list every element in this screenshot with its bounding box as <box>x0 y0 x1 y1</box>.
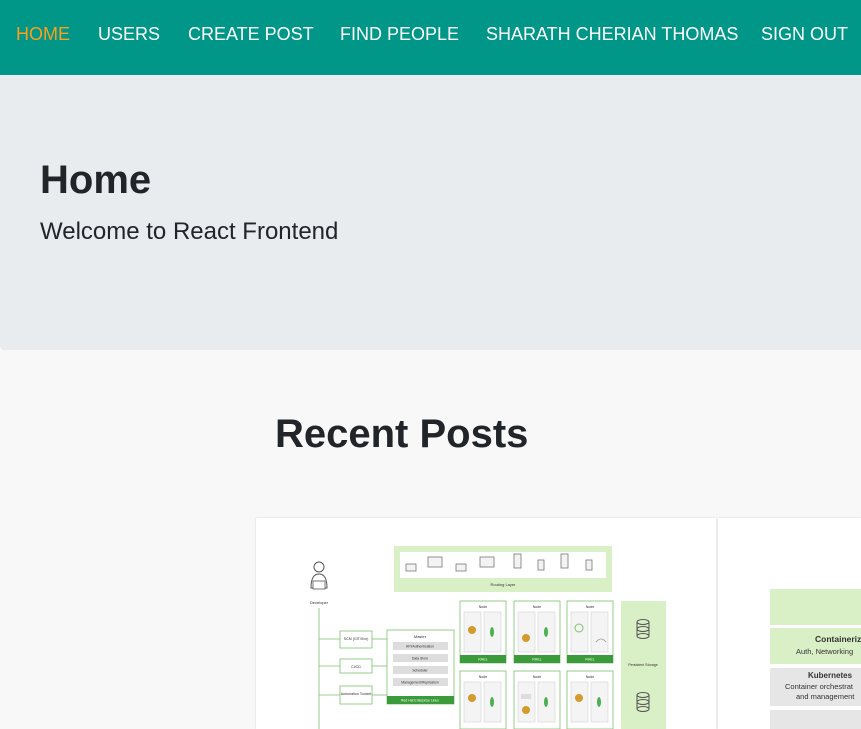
jumbotron <box>0 75 861 350</box>
master-label: Master <box>414 634 427 639</box>
post-card[interactable]: Containeriz Auth, Networking Kubernetes … <box>718 518 861 729</box>
node-box <box>459 670 507 729</box>
node-os-label: RHEL <box>478 658 488 662</box>
master-item-label: Data Store <box>412 657 428 661</box>
node-box <box>459 600 507 664</box>
routing-layer-label: Routing Layer <box>491 582 517 587</box>
master-item-label: Scheduler <box>412 669 428 673</box>
node-box <box>513 600 561 664</box>
node-os-label: RHEL <box>532 658 542 662</box>
node-label: Node <box>479 675 488 679</box>
node-label: Node <box>586 605 595 609</box>
node-label: Node <box>586 675 595 679</box>
page-title: Home <box>40 158 152 202</box>
post-image: Routing Layer Developer SCM (GIT/Svn) CI… <box>310 546 666 729</box>
nav-home-link[interactable]: HOME <box>16 23 70 45</box>
post-card[interactable]: Routing Layer Developer SCM (GIT/Svn) CI… <box>256 518 716 729</box>
nav-sign-out-link[interactable]: SIGN OUT <box>761 23 848 45</box>
developer-label: Developer <box>310 600 329 605</box>
cicd-label: CI/CD <box>351 665 361 669</box>
nav-create-post-link[interactable]: CREATE POST <box>188 23 314 45</box>
kubernetes-sub: and management <box>796 692 855 701</box>
node-label: Node <box>533 605 542 609</box>
top-layer-box <box>770 589 861 625</box>
post-image: Containeriz Auth, Networking Kubernetes … <box>770 589 861 729</box>
navbar: HOME USERS CREATE POST FIND PEOPLE SHARA… <box>0 0 861 75</box>
automation-label: Automation Toolset <box>341 692 372 696</box>
kubernetes-sub: Container orchestrat <box>785 682 854 691</box>
master-item-label: Management/Replication <box>401 681 439 685</box>
recent-posts-heading: Recent Posts <box>275 412 529 456</box>
container-layer-title: Containeriz <box>815 634 861 644</box>
bottom-layer-box <box>770 710 861 729</box>
welcome-text: Welcome to React Frontend <box>40 218 339 245</box>
node-label: Node <box>479 605 488 609</box>
nav-users-link[interactable]: USERS <box>98 23 160 45</box>
storage-label: Persistent Storage <box>628 663 658 667</box>
master-item-label: API/Authentication <box>406 645 434 649</box>
node-label: Node <box>533 675 542 679</box>
node-os-label: RHEL <box>585 658 595 662</box>
kubernetes-title: Kubernetes <box>808 671 853 680</box>
scm-label: SCM (GIT/Svn) <box>344 637 369 641</box>
node-box <box>566 670 614 729</box>
container-layer-sub: Auth, Networking <box>796 647 853 656</box>
nav-profile-link[interactable]: SHARATH CHERIAN THOMAS <box>486 23 738 45</box>
node-box <box>513 670 561 729</box>
developer-icon <box>310 561 328 590</box>
rhel-bar-label: Red Hat Enterprise Linux <box>401 699 439 703</box>
nav-find-people-link[interactable]: FIND PEOPLE <box>340 23 459 45</box>
node-box <box>566 600 614 664</box>
